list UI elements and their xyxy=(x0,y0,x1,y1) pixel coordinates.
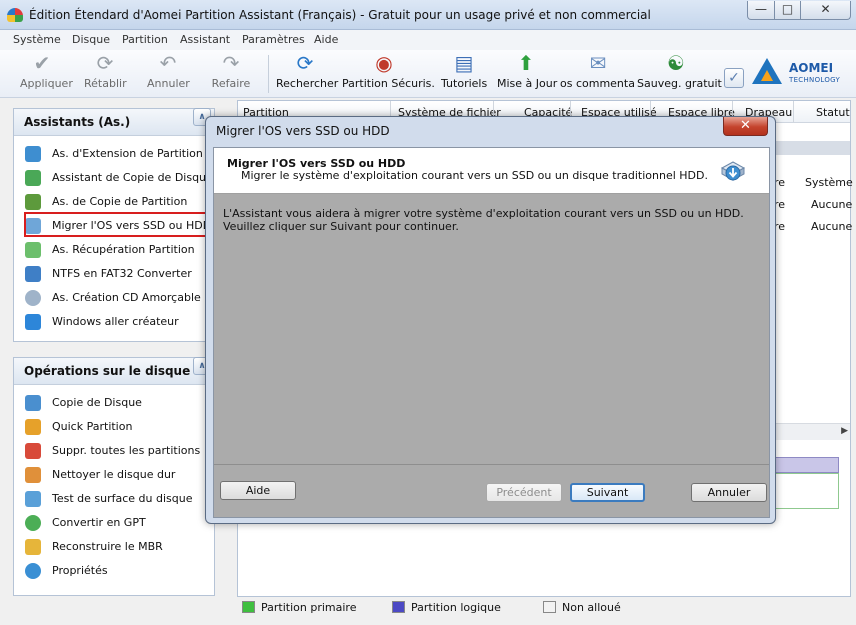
undo-icon: ↶ xyxy=(159,51,177,75)
checkbox-icon[interactable]: ✓ xyxy=(724,68,744,88)
primary-swatch xyxy=(242,601,255,613)
dialog-content: Migrer l'OS vers SSD ou HDD Migrer le sy… xyxy=(213,147,770,518)
comment-button[interactable]: ✉ os commentaire xyxy=(560,52,636,90)
scroll-right-icon[interactable]: ▶ xyxy=(841,426,848,436)
delete-partitions-icon xyxy=(25,443,41,459)
safe-partition-button[interactable]: ◉ Partition Sécuris. xyxy=(342,51,435,90)
dialog-header: Migrer l'OS vers SSD ou HDD Migrer le sy… xyxy=(214,148,769,194)
table-cell: Système xyxy=(805,176,853,189)
mail-icon: ✉ xyxy=(589,52,607,75)
menu-disque[interactable]: Disque xyxy=(72,33,110,46)
legend: Partition primaire Partition logique Non… xyxy=(237,597,851,619)
disk-operations-panel-header: Opérations sur le disque ∧ xyxy=(14,357,214,385)
wizards-panel: Assistants (As.) ∧ As. d'Extension de Pa… xyxy=(13,108,215,342)
properties-icon xyxy=(25,563,41,579)
cancel-button[interactable]: Annuler xyxy=(691,483,767,502)
app-logo-icon xyxy=(7,8,23,22)
title-bar: Édition Étendard d'Aomei Partition Assis… xyxy=(0,0,856,30)
menu-parametres[interactable]: Paramètres xyxy=(242,33,305,46)
window-title: Édition Étendard d'Aomei Partition Assis… xyxy=(29,8,651,22)
legend-primary: Partition primaire xyxy=(242,601,356,614)
wizards-panel-header: Assistants (As.) ∧ xyxy=(14,108,214,136)
partition-recovery-icon xyxy=(25,242,41,258)
safe-partition-icon: ◉ xyxy=(375,51,393,75)
wipe-disk-icon xyxy=(25,467,41,483)
redo-icon: ↷ xyxy=(222,51,240,75)
disk-copy-icon xyxy=(25,395,41,411)
menu-bar: Système Disque Partition Assistant Param… xyxy=(0,30,856,50)
disk-copy-icon xyxy=(25,170,41,186)
migrate-disk-icon xyxy=(720,161,746,181)
toolbar-separator xyxy=(268,55,269,93)
surface-test-icon xyxy=(25,491,41,507)
highlight-annotation xyxy=(24,212,208,237)
dialog-header-subtitle: Migrer le système d'exploitation courant… xyxy=(241,169,708,182)
legend-logical: Partition logique xyxy=(392,601,501,614)
backup-icon: ☯ xyxy=(667,51,685,75)
apply-button[interactable]: ✔ Appliquer xyxy=(20,51,73,90)
partition-copy-icon xyxy=(25,194,41,210)
disk-map-box[interactable] xyxy=(775,473,839,509)
dialog-title: Migrer l'OS vers SSD ou HDD xyxy=(216,124,390,138)
discard-icon: ⟳ xyxy=(96,51,114,75)
tutorials-button[interactable]: ▤ Tutoriels xyxy=(441,52,487,90)
discard-button[interactable]: ⟳ Rétablir xyxy=(84,51,127,90)
menu-systeme[interactable]: Système xyxy=(13,33,61,46)
legend-unallocated: Non alloué xyxy=(543,601,621,614)
migrate-os-dialog: Migrer l'OS vers SSD ou HDD ✕ Migrer l'O… xyxy=(205,116,776,524)
col-status[interactable]: Statut xyxy=(816,106,850,119)
disk-operations-panel: Opérations sur le disque ∧ Copie de Disq… xyxy=(13,357,215,596)
close-button[interactable]: ✕ xyxy=(800,1,851,20)
menu-partition[interactable]: Partition xyxy=(122,33,168,46)
tutorials-icon: ▤ xyxy=(454,51,474,75)
help-button[interactable]: Aide xyxy=(220,481,296,500)
refresh-search-icon: ⟳ xyxy=(296,51,314,75)
table-cell: Aucune xyxy=(811,198,853,211)
rebuild-mbr-icon xyxy=(25,539,41,555)
checkmark-icon: ✔ xyxy=(33,51,51,75)
windows-logo-icon xyxy=(25,314,41,330)
dialog-close-button[interactable]: ✕ xyxy=(723,117,768,136)
next-button[interactable]: Suivant xyxy=(570,483,645,502)
unallocated-swatch xyxy=(543,601,556,613)
menu-aide[interactable]: Aide xyxy=(314,33,338,46)
undo-button[interactable]: ↶ Annuler xyxy=(147,51,190,90)
toolbar: ✔ Appliquer ⟳ Rétablir ↶ Annuler ↷ Refai… xyxy=(0,50,856,98)
extend-partition-icon xyxy=(25,146,41,162)
disk-map-bar[interactable] xyxy=(775,457,839,473)
dialog-body-text: L'Assistant vous aidera à migrer votre s… xyxy=(223,207,744,233)
aomei-logo: AOMEI TECHNOLOGY xyxy=(752,58,848,88)
bootable-cd-icon xyxy=(25,290,41,306)
minimize-button[interactable]: — xyxy=(747,1,775,20)
update-arrow-icon: ⬆ xyxy=(517,51,535,75)
table-cell: Aucune xyxy=(811,220,853,233)
menu-assistant[interactable]: Assistant xyxy=(180,33,230,46)
maximize-button[interactable]: □ xyxy=(774,1,801,20)
update-button[interactable]: ⬆ Mise à Jour xyxy=(497,51,557,90)
dialog-separator xyxy=(214,464,769,465)
convert-gpt-icon xyxy=(25,515,41,531)
quick-partition-icon xyxy=(25,419,41,435)
free-backup-button[interactable]: ☯ Sauveg. gratuit xyxy=(637,51,722,90)
logical-swatch xyxy=(392,601,405,613)
ntfs-fat32-icon xyxy=(25,266,41,282)
search-button[interactable]: ⟳ Rechercher xyxy=(276,51,338,90)
redo-button[interactable]: ↷ Refaire xyxy=(210,52,252,90)
previous-button[interactable]: Précédent xyxy=(486,483,562,502)
